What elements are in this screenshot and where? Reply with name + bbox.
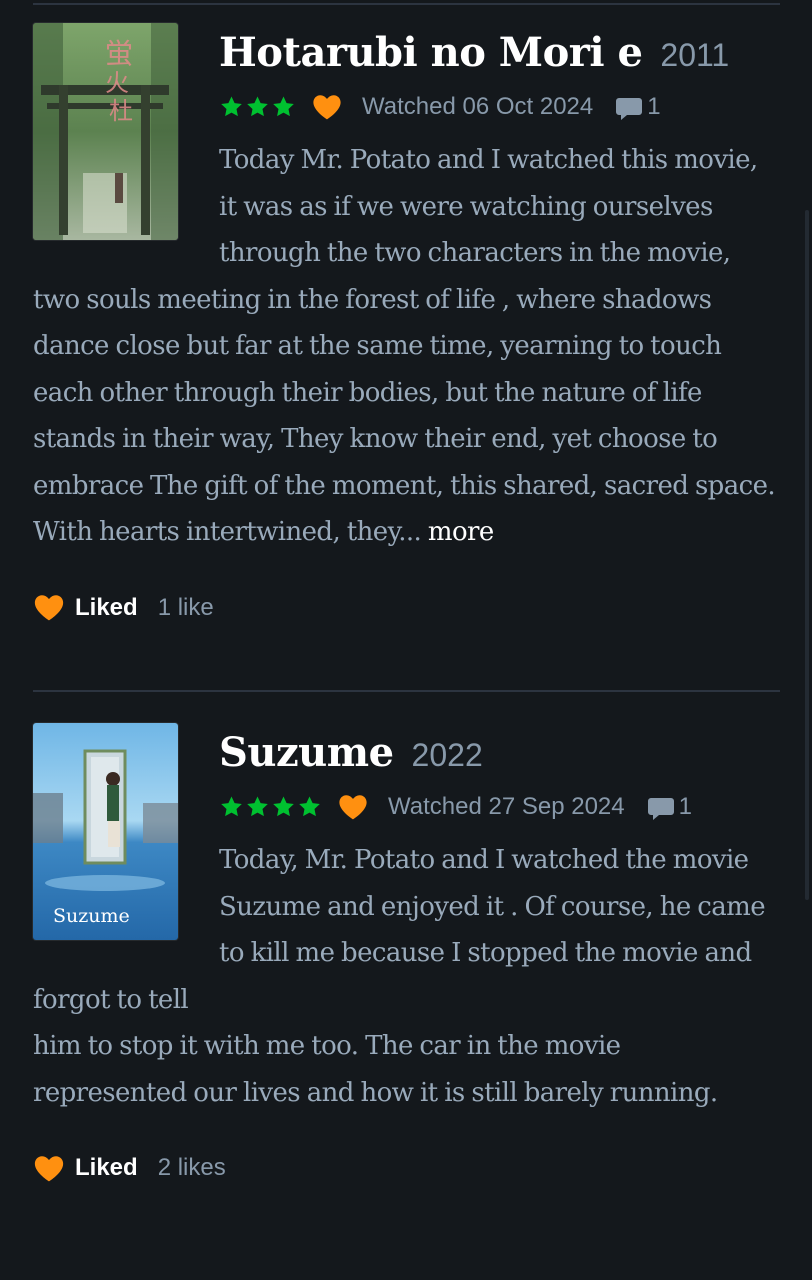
heart-icon — [339, 795, 367, 820]
review-meta: Watched 06 Oct 2024 1 — [219, 87, 780, 127]
comment-count[interactable]: 1 — [647, 93, 660, 121]
star-icon — [273, 96, 294, 117]
like-row: Liked 1 like — [33, 588, 780, 628]
film-title-line: Suzume 2022 — [219, 729, 780, 777]
star-icon — [221, 796, 242, 817]
scrollbar[interactable] — [805, 210, 809, 900]
top-divider — [33, 3, 780, 5]
review-divider — [33, 690, 780, 692]
comment-icon[interactable] — [647, 796, 675, 822]
more-link[interactable]: more — [428, 517, 494, 547]
watched-date: Watched 27 Sep 2024 — [388, 793, 625, 820]
star-icon — [273, 796, 294, 817]
comment-icon[interactable] — [615, 96, 643, 122]
heart-icon[interactable] — [33, 1155, 65, 1182]
svg-text:火: 火 — [105, 69, 129, 97]
star-rating — [219, 795, 322, 819]
svg-text:蛍: 蛍 — [105, 37, 133, 70]
door-in-water-poster-icon: Suzume — [33, 723, 178, 940]
likes-count[interactable]: 2 likes — [158, 1154, 226, 1182]
review-meta: Watched 27 Sep 2024 1 — [219, 787, 780, 827]
film-title[interactable]: Hotarubi no Mori e — [219, 29, 643, 76]
likes-count[interactable]: 1 like — [158, 594, 214, 622]
star-icon — [247, 96, 268, 117]
poster-suzume[interactable]: Suzume — [33, 723, 178, 940]
comment-count[interactable]: 1 — [679, 793, 692, 821]
star-icon — [221, 96, 242, 117]
heart-icon[interactable] — [33, 594, 65, 621]
star-rating — [219, 95, 296, 119]
film-year[interactable]: 2022 — [412, 737, 483, 774]
liked-label[interactable]: Liked — [75, 594, 138, 622]
forest-torii-poster-icon: 蛍 火 杜 — [33, 23, 178, 240]
film-title[interactable]: Suzume — [219, 729, 394, 776]
review-paragraph: him to stop it with me too. The car in t… — [33, 1031, 718, 1108]
svg-text:杜: 杜 — [109, 97, 133, 125]
star-icon — [299, 796, 320, 817]
review-entry: 蛍 火 杜 Hotarubi no Mori e 2011 Watched 06… — [33, 23, 780, 628]
film-title-line: Hotarubi no Mori e 2011 — [219, 29, 780, 77]
poster-title-text: Suzume — [53, 905, 130, 927]
like-row: Liked 2 likes — [33, 1148, 780, 1188]
film-year[interactable]: 2011 — [660, 37, 729, 74]
review-entry: Suzume Suzume 2022 Watched 27 Sep 2024 1… — [33, 723, 780, 1188]
liked-label[interactable]: Liked — [75, 1154, 138, 1182]
heart-icon — [313, 95, 341, 120]
star-icon — [247, 796, 268, 817]
poster-hotarubi[interactable]: 蛍 火 杜 — [33, 23, 178, 240]
watched-date: Watched 06 Oct 2024 — [362, 93, 594, 120]
